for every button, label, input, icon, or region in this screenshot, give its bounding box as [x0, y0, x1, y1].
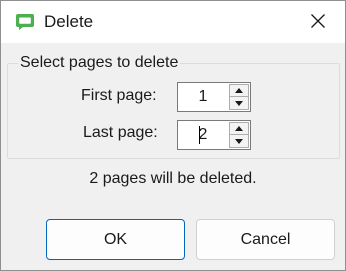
- first-page-spin-buttons: [229, 84, 249, 110]
- cancel-button[interactable]: Cancel: [196, 219, 335, 260]
- first-page-down-button[interactable]: [229, 97, 249, 110]
- first-page-spinbox[interactable]: 1: [177, 82, 251, 112]
- last-page-label: Last page:: [83, 124, 158, 141]
- last-page-up-button[interactable]: [229, 122, 249, 135]
- first-page-value[interactable]: 1: [178, 83, 228, 111]
- first-page-up-button[interactable]: [229, 84, 249, 97]
- title-bar: Delete: [1, 1, 345, 43]
- group-legend: Select pages to delete: [18, 54, 181, 72]
- ok-button[interactable]: OK: [46, 219, 185, 260]
- delete-dialog: Delete Select pages to delete First page…: [0, 0, 346, 271]
- close-button[interactable]: [303, 10, 333, 36]
- spin-down-icon: [235, 100, 243, 106]
- speech-bubble-icon: [15, 12, 35, 32]
- last-page-spinbox[interactable]: 2: [177, 120, 251, 150]
- first-page-label: First page:: [81, 87, 157, 104]
- last-page-spin-buttons: [229, 122, 249, 148]
- deletion-summary: 2 pages will be deleted.: [89, 170, 257, 187]
- spin-down-icon: [235, 138, 243, 144]
- spin-up-icon: [235, 126, 243, 131]
- close-icon: [310, 13, 326, 34]
- text-caret: [199, 126, 200, 144]
- last-page-down-button[interactable]: [229, 135, 249, 148]
- last-page-value[interactable]: 2: [178, 121, 228, 149]
- page-range-group: Select pages to delete First page: 1 Las…: [7, 54, 340, 159]
- window-title: Delete: [44, 12, 94, 31]
- dialog-body: Select pages to delete First page: 1 Las…: [1, 43, 345, 270]
- spin-up-icon: [235, 88, 243, 93]
